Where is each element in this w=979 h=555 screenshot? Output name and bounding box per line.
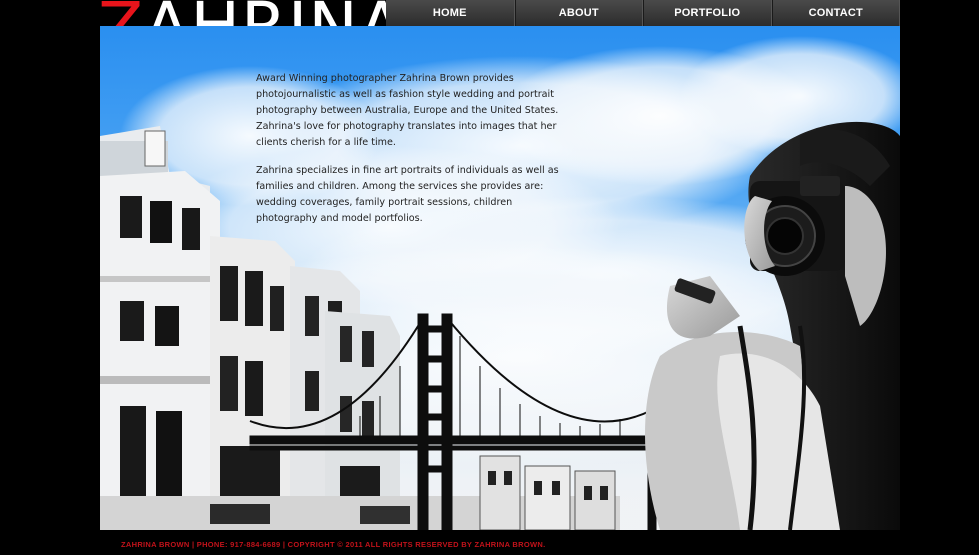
page: ZAHRINA HOME ABOUT PORTFOLIO CONTACT: [0, 0, 979, 555]
nav-contact-link[interactable]: CONTACT: [771, 0, 900, 26]
nav-portfolio-link[interactable]: PORTFOLIO: [643, 0, 772, 26]
footer-copyright: ZAHRINA BROWN | PHONE: 917-884-6689 | CO…: [121, 540, 546, 549]
about-paragraph-1: Award Winning photographer Zahrina Brown…: [256, 73, 559, 148]
main-nav: HOME ABOUT PORTFOLIO CONTACT: [386, 0, 900, 26]
about-paragraph-2: Zahrina specializes in fine art portrait…: [256, 165, 559, 224]
nav-about-link[interactable]: ABOUT: [514, 0, 643, 26]
nav-home-link[interactable]: HOME: [386, 0, 515, 26]
about-text: Award Winning photographer Zahrina Brown…: [256, 71, 568, 239]
hero-image: Award Winning photographer Zahrina Brown…: [100, 26, 900, 530]
